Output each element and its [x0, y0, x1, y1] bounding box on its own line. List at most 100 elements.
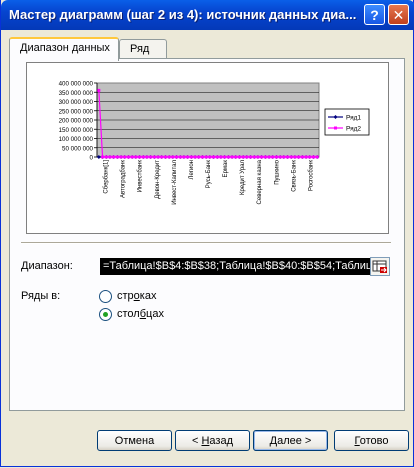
range-input[interactable]: =Таблица!$B$4:$B$38;Таблица!$B$40:$B$54;… — [100, 258, 371, 275]
series-point — [219, 155, 223, 159]
radio-rows-label[interactable]: строках — [117, 290, 156, 302]
series-point — [204, 155, 208, 159]
x-tick-label: Ермак — [223, 160, 229, 178]
y-tick-label: 400 000 000 — [59, 81, 94, 88]
y-tick-label: 100 000 000 — [59, 136, 94, 143]
series-point — [138, 155, 142, 159]
series-point — [297, 155, 301, 159]
x-tick-label: Девон-Кредит — [155, 160, 161, 199]
series-point — [145, 155, 149, 159]
radio-rows[interactable] — [99, 290, 112, 303]
series-point — [119, 155, 123, 159]
series-point — [175, 155, 179, 159]
x-tick-label: Пушкино — [274, 159, 280, 184]
collapse-dialog-button[interactable] — [370, 257, 390, 276]
series-point — [104, 155, 108, 159]
series-point — [178, 155, 182, 159]
series-point — [289, 155, 293, 159]
series-point — [134, 155, 138, 159]
x-tick-label: Кредит Урал — [240, 160, 246, 196]
radio-selected-dot — [103, 312, 108, 317]
series-point — [256, 155, 260, 159]
x-tick-label: Сбербанк[1] — [104, 160, 110, 194]
series-point — [197, 155, 201, 159]
series-point — [186, 155, 190, 159]
series-point — [252, 155, 256, 159]
series-point — [212, 155, 216, 159]
series-point — [237, 155, 241, 159]
series-point — [241, 155, 245, 159]
series-point — [274, 155, 278, 159]
x-tick-label: Автоградбанк — [121, 160, 127, 198]
series-point — [226, 155, 230, 159]
y-tick-label: 150 000 000 — [59, 127, 94, 134]
legend-label: Ряд1 — [346, 115, 361, 122]
series-point — [300, 155, 304, 159]
help-button[interactable]: ? — [364, 4, 385, 25]
series-point — [200, 155, 204, 159]
series-point — [193, 155, 197, 159]
range-label: Диапазон: — [21, 260, 73, 272]
series-point — [245, 155, 249, 159]
series-point — [304, 155, 308, 159]
window-title: Мастер диаграмм (шаг 2 из 4): источник д… — [9, 7, 357, 22]
series-point — [263, 155, 267, 159]
tab-series[interactable]: Ряд — [119, 39, 167, 59]
series-point — [278, 155, 282, 159]
series-point — [163, 155, 167, 159]
legend-marker — [334, 126, 337, 130]
series-point — [101, 155, 105, 159]
series-point — [282, 155, 286, 159]
series-point — [182, 155, 186, 159]
y-tick-label: 250 000 000 — [59, 108, 94, 115]
x-tick-label: Связь-Банк — [291, 160, 297, 192]
close-icon: ✕ — [392, 7, 405, 23]
radio-columns[interactable] — [99, 308, 112, 321]
back-button[interactable]: < Назад — [175, 430, 250, 451]
tab-data-range[interactable]: Диапазон данных — [9, 37, 119, 61]
chart-preview: 400 000 000 350 000 000 300 000 000 250 000… — [26, 62, 389, 234]
series-point — [267, 155, 271, 159]
y-tick-label: 200 000 000 — [59, 118, 94, 125]
series-point — [115, 155, 119, 159]
cancel-button[interactable]: Отмена — [97, 430, 172, 451]
series-point — [112, 155, 116, 159]
series-point — [189, 155, 193, 159]
separator — [21, 242, 391, 244]
x-tick-label: Легион — [189, 160, 195, 179]
x-tick-label: Инвестбанк — [138, 160, 144, 193]
series-point — [315, 155, 319, 159]
series-point — [171, 155, 175, 159]
chart-svg: 400 000 000 350 000 000 300 000 000 250 000… — [59, 81, 370, 205]
series-point — [97, 88, 101, 92]
x-tick-label: Русь-Банк — [206, 160, 212, 189]
chart-wizard-dialog: Мастер диаграмм (шаг 2 из 4): источник д… — [0, 0, 414, 467]
x-tick-label: Росгосбанк — [308, 160, 314, 191]
series-point — [308, 155, 312, 159]
series-point — [123, 155, 127, 159]
series-point — [152, 155, 156, 159]
series-point — [130, 155, 134, 159]
y-tick-label: 50 000 000 — [62, 145, 94, 152]
y-tick-label: 350 000 000 — [59, 90, 94, 97]
series-point — [126, 155, 130, 159]
x-tick-label: Северная казна — [257, 159, 263, 204]
legend-label: Ряд2 — [346, 126, 361, 133]
series-point — [215, 155, 219, 159]
series-point — [108, 155, 112, 159]
series-point — [149, 155, 153, 159]
series-point — [156, 155, 160, 159]
series-point — [260, 155, 264, 159]
finish-button[interactable]: Готово — [334, 430, 409, 451]
series-point — [141, 155, 145, 159]
series-point — [293, 155, 297, 159]
radio-columns-label[interactable]: столбцах — [117, 308, 164, 320]
series-point — [271, 155, 275, 159]
close-button[interactable]: ✕ — [388, 4, 409, 25]
y-tick-label: 0 — [90, 155, 94, 162]
range-picker-icon — [372, 260, 387, 273]
title-bar[interactable]: Мастер диаграмм (шаг 2 из 4): источник д… — [1, 0, 414, 30]
series-point — [223, 155, 227, 159]
next-button[interactable]: Далее > — [253, 430, 328, 451]
series-point — [160, 155, 164, 159]
